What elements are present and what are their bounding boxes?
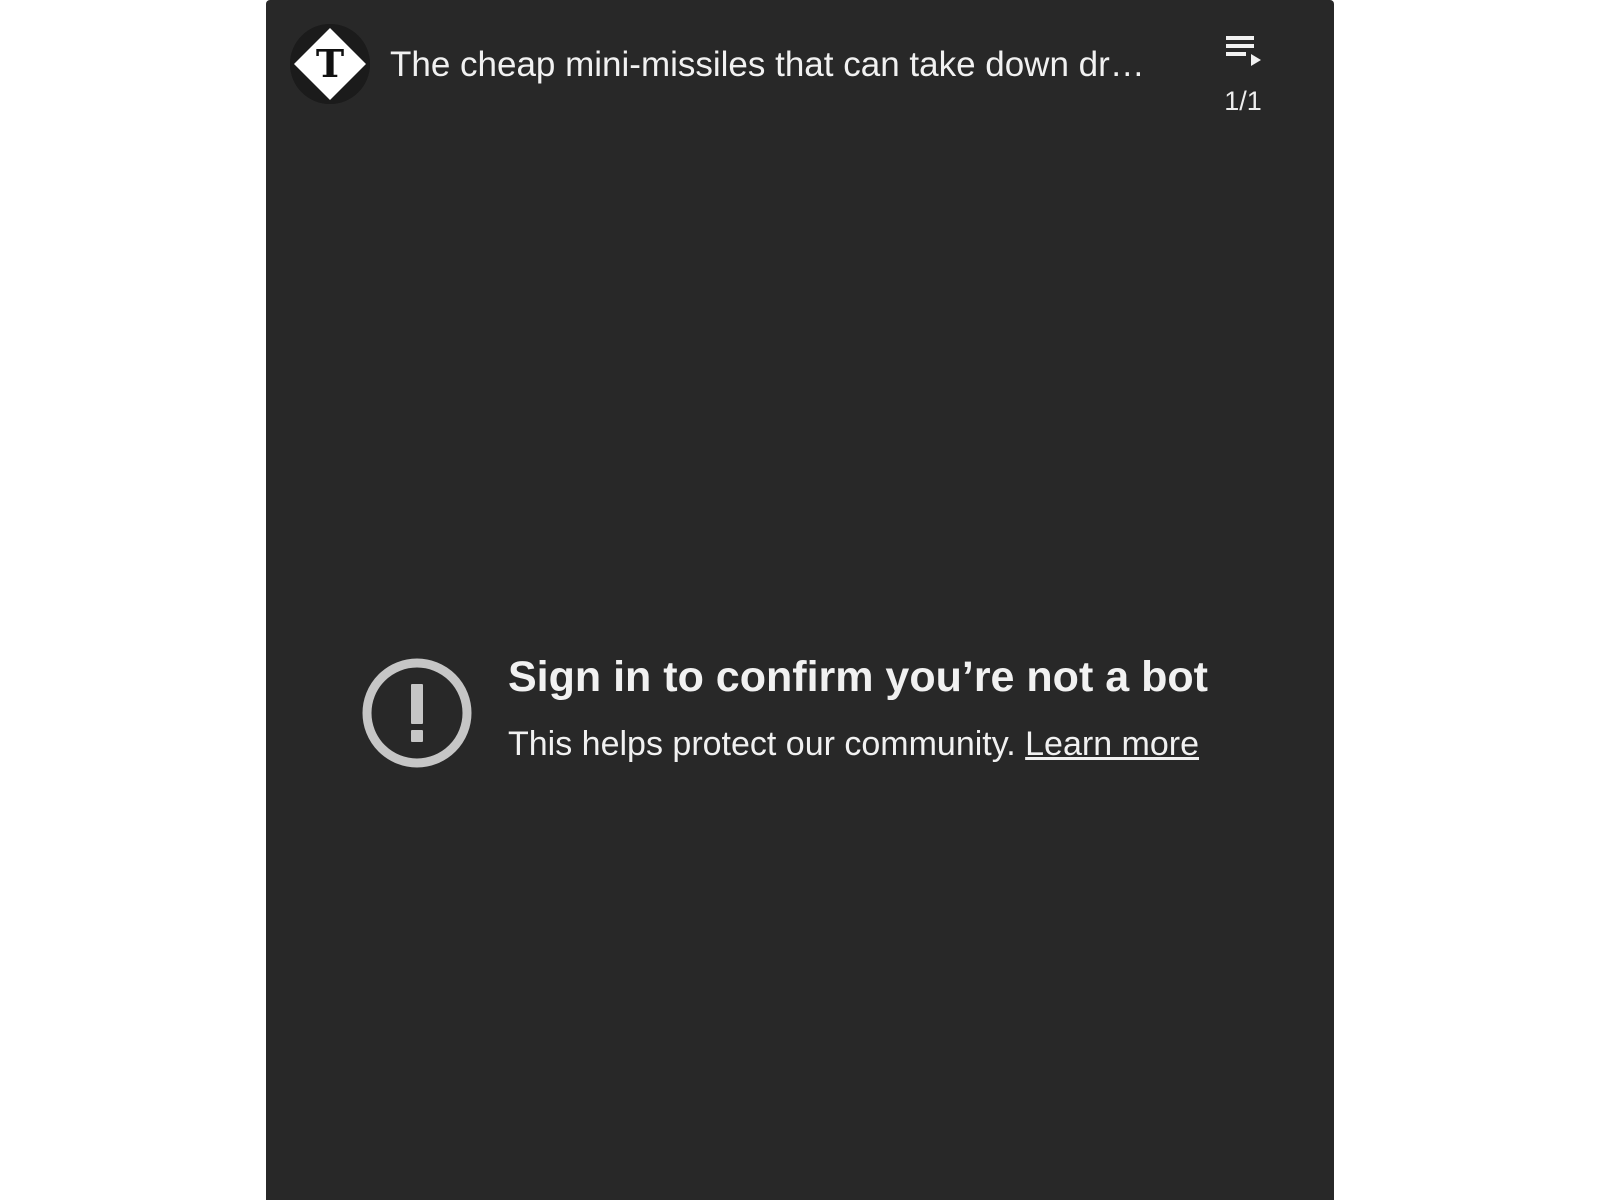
- channel-logo-letter: T: [316, 41, 344, 86]
- playlist-count: 1/1: [1224, 86, 1262, 116]
- error-description: This helps protect our community. Learn …: [508, 722, 1199, 766]
- video-title[interactable]: The cheap mini-missiles that can take do…: [390, 44, 1150, 86]
- playlist-play-icon: [1226, 36, 1261, 66]
- video-player[interactable]: T The cheap mini-missiles that can take …: [266, 0, 1334, 1200]
- error-message-panel: Sign in to confirm you’re not a bot This…: [362, 650, 1302, 780]
- player-top-bar: T The cheap mini-missiles that can take …: [266, 0, 1334, 140]
- playlist-button[interactable]: 1/1: [1212, 28, 1274, 120]
- error-title: Sign in to confirm you’re not a bot: [508, 653, 1208, 701]
- channel-logo-icon: T: [290, 24, 370, 104]
- alert-circle-icon: [362, 658, 472, 768]
- learn-more-link[interactable]: Learn more: [1025, 725, 1199, 763]
- channel-avatar[interactable]: T: [290, 24, 370, 104]
- error-message: This helps protect our community.: [508, 725, 1016, 763]
